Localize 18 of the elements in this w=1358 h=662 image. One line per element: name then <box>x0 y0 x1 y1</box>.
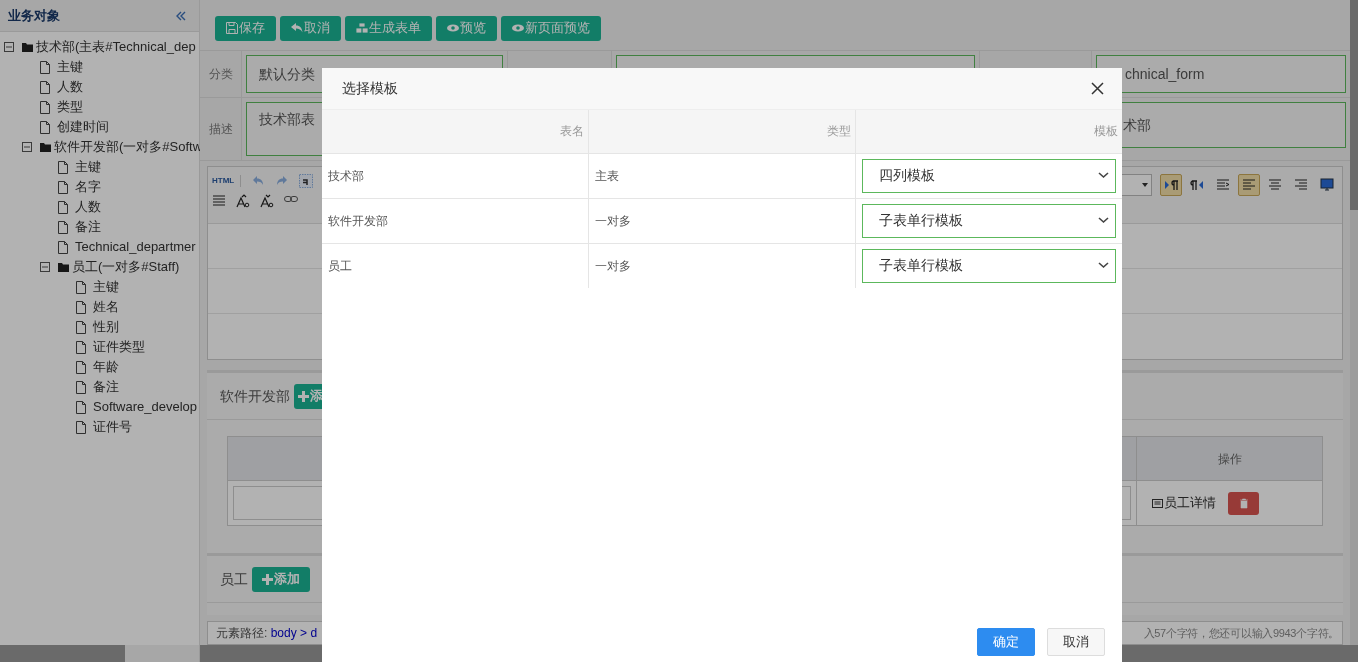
section-title: 软件开发部 <box>220 386 290 406</box>
table-cell: 一对多 <box>595 213 632 228</box>
column-header: 表名 <box>560 124 585 139</box>
table-cell: 主表 <box>595 168 620 183</box>
column-header: 操作 <box>1217 450 1242 468</box>
field-label: 描述 <box>208 121 233 138</box>
table-cell: 一对多 <box>595 258 632 273</box>
column-header: 模板 <box>1094 124 1118 139</box>
sidebar-title: 业务对象 <box>8 6 60 25</box>
modal-title: 选择模板 <box>342 79 398 98</box>
column-header: 类型 <box>826 124 851 139</box>
table-cell: 员工 <box>328 258 352 273</box>
table-cell: 软件开发部 <box>328 213 388 228</box>
field-label: 分类 <box>208 66 233 83</box>
section-title: 员工 <box>220 569 248 589</box>
table-cell: 技术部 <box>328 168 364 183</box>
character-count: 入57个字符，您还可以输入9943个字符。 <box>1143 625 1339 641</box>
element-path-label: 元素路径: <box>216 626 268 640</box>
